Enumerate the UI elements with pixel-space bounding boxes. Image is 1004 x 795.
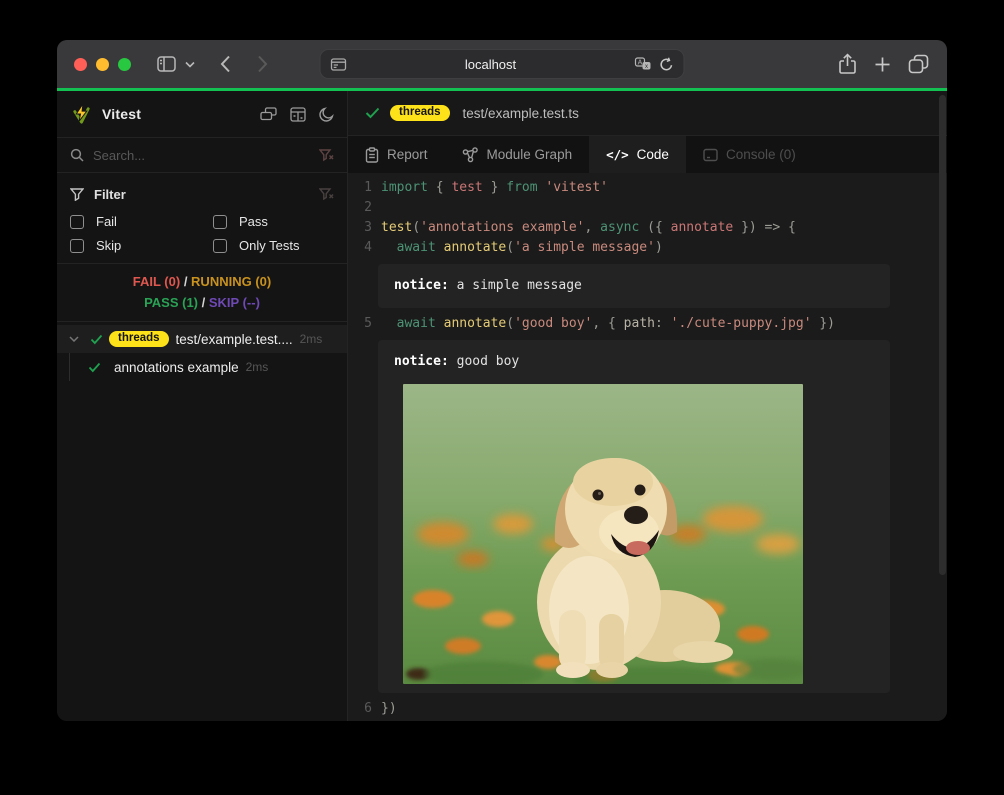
console-icon	[703, 148, 718, 162]
checkbox-box[interactable]	[213, 239, 227, 253]
zoom-button[interactable]	[118, 58, 131, 71]
search-input[interactable]	[93, 148, 310, 163]
test-annotation: notice: a simple message	[378, 264, 890, 308]
filter-title: Filter	[94, 187, 126, 202]
line-number: 1	[348, 178, 372, 198]
tab-code[interactable]: </> Code	[589, 136, 686, 173]
checkbox-pass[interactable]: Pass	[213, 214, 334, 229]
line-number: 5	[348, 314, 372, 334]
annotation-message: a simple message	[457, 278, 582, 293]
pool-badge: threads	[109, 331, 169, 348]
chevron-down-icon[interactable]	[185, 61, 195, 68]
vitest-sidebar: Vitest	[57, 91, 348, 721]
checkbox-box[interactable]	[70, 239, 84, 253]
code-editor: 1 import { test } from 'vitest' 23 test('an…	[348, 173, 947, 721]
scrollbar-thumb[interactable]	[939, 95, 946, 575]
test-file-row[interactable]: threads test/example.test.... 2ms	[57, 325, 347, 353]
main-panel: threads test/example.test.ts Report	[348, 91, 947, 721]
back-icon[interactable]	[220, 55, 231, 73]
code-line-6: 6})	[348, 699, 947, 719]
pool-badge: threads	[390, 105, 450, 122]
tab-module-graph[interactable]: Module Graph	[445, 136, 590, 173]
test-case-row[interactable]: annotations example 2ms	[57, 353, 347, 381]
test-duration: 2ms	[246, 360, 269, 374]
skip-count: SKIP (--)	[209, 295, 260, 310]
line-number: 2	[348, 198, 372, 218]
clipboard-icon	[365, 147, 379, 163]
forward-icon[interactable]	[257, 55, 268, 73]
collapse-panels-icon[interactable]	[260, 107, 277, 122]
test-status-summary: FAIL (0) / RUNNING (0) PASS (1) / SKIP (…	[57, 264, 347, 322]
open-file-name: test/example.test.ts	[463, 106, 579, 121]
indent-guide	[69, 353, 70, 381]
dashboard-icon[interactable]	[290, 107, 306, 122]
code-line-4: 4 await annotate('a simple message')	[348, 238, 947, 258]
fail-count: FAIL (0)	[133, 274, 180, 289]
check-icon	[81, 362, 107, 373]
checkbox-only-tests[interactable]: Only Tests	[213, 238, 334, 253]
browser-window: localhost A x	[57, 40, 947, 721]
pass-count: PASS (1)	[144, 295, 198, 310]
svg-text:A: A	[638, 60, 643, 67]
code-line-5: 5 await annotate('good boy', { path: './…	[348, 314, 947, 334]
check-icon	[365, 107, 380, 119]
plus-icon[interactable]	[874, 53, 891, 75]
clear-search-filter-icon[interactable]	[319, 149, 334, 162]
funnel-icon	[70, 188, 84, 201]
chevron-down-icon[interactable]	[65, 336, 83, 342]
share-icon[interactable]	[838, 53, 857, 75]
code-line-2: 2	[348, 198, 947, 218]
reload-icon[interactable]	[660, 57, 674, 72]
tab-report[interactable]: Report	[348, 136, 445, 173]
code-text: test('annotations example', async ({ ann…	[381, 218, 796, 238]
module-graph-icon	[462, 147, 479, 163]
checkbox-fail[interactable]: Fail	[70, 214, 213, 229]
code-line-1: 1 import { test } from 'vitest'	[348, 178, 947, 198]
clear-filter-icon[interactable]	[319, 188, 334, 201]
close-button[interactable]	[74, 58, 87, 71]
sidebar-toggle-icon[interactable]	[157, 56, 176, 72]
annotation-type-label: notice:	[394, 354, 457, 369]
file-header: threads test/example.test.ts	[348, 91, 947, 136]
tab-overview-icon[interactable]	[908, 53, 929, 75]
browser-titlebar: localhost A x	[57, 40, 947, 88]
annotation-type-label: notice:	[394, 278, 457, 293]
line-number: 4	[348, 238, 372, 258]
search-icon	[70, 148, 84, 162]
checkbox-box[interactable]	[213, 215, 227, 229]
checkbox-box[interactable]	[70, 215, 84, 229]
page-settings-icon[interactable]	[331, 58, 347, 71]
code-text: import { test } from 'vitest'	[381, 178, 608, 198]
address-bar[interactable]: localhost A x	[320, 49, 685, 79]
code-text: await annotate('a simple message')	[381, 238, 663, 258]
code-text: await annotate('good boy', { path: './cu…	[381, 314, 835, 334]
minimize-button[interactable]	[96, 58, 109, 71]
line-number: 6	[348, 699, 372, 719]
checkbox-skip[interactable]: Skip	[70, 238, 213, 253]
annotation-message: good boy	[457, 354, 520, 369]
vitest-logo	[70, 103, 93, 125]
test-annotation: notice: good boy	[378, 340, 890, 693]
app-title: Vitest	[102, 106, 141, 122]
tab-bar: Report Module Graph </> Code	[348, 136, 947, 173]
test-tree: threads test/example.test.... 2ms annota…	[57, 322, 347, 381]
code-line-3: 3 test('annotations example', async ({ an…	[348, 218, 947, 238]
test-case-name: annotations example	[114, 360, 239, 375]
tab-console[interactable]: Console (0)	[686, 136, 813, 173]
test-duration: 2ms	[300, 332, 323, 346]
code-text: })	[381, 699, 397, 719]
code-brackets-icon: </>	[606, 147, 629, 162]
translate-icon[interactable]: A x	[635, 57, 652, 71]
line-number: 3	[348, 218, 372, 238]
check-icon	[83, 334, 109, 345]
moon-icon[interactable]	[319, 107, 334, 122]
svg-text:x: x	[645, 64, 648, 70]
test-file-name: test/example.test....	[176, 332, 293, 347]
annotation-attachment-cute-puppy	[403, 384, 803, 684]
traffic-lights	[57, 58, 131, 71]
url-text: localhost	[347, 57, 635, 72]
running-count: RUNNING (0)	[191, 274, 271, 289]
